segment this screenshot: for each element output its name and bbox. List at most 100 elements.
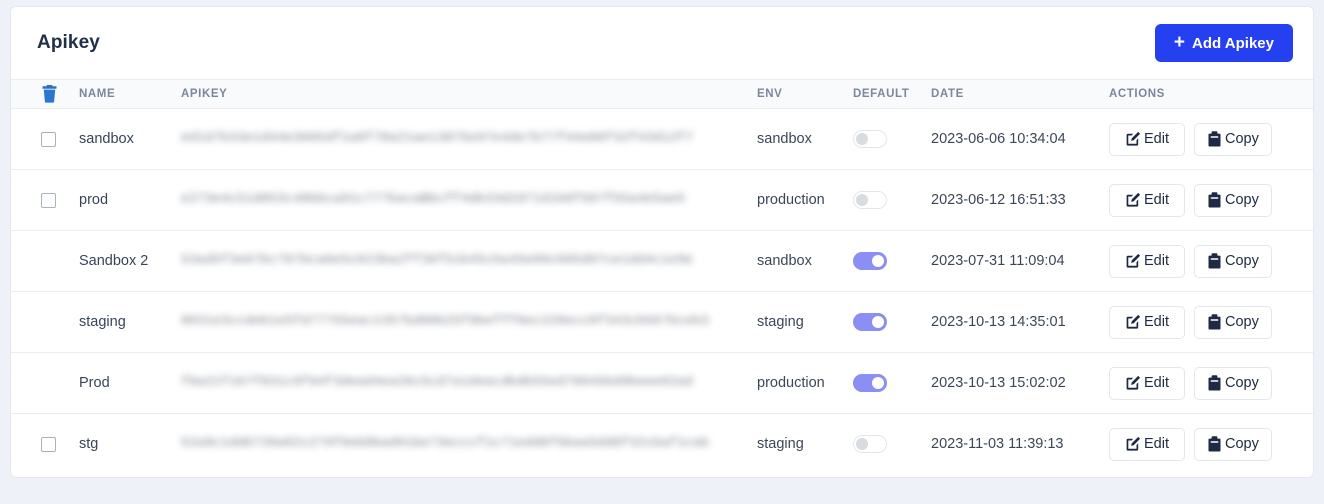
row-name-cell: Sandbox 2 — [79, 230, 181, 292]
row-select-cell — [11, 169, 79, 231]
row-checkbox[interactable] — [41, 436, 56, 452]
clipboard-icon — [1207, 192, 1222, 208]
row-actions: Edit Copy — [1109, 366, 1313, 400]
toggle-knob — [856, 133, 868, 145]
toggle-knob — [872, 255, 884, 267]
row-date-cell: 2023-11-03 11:39:13 — [931, 414, 1109, 475]
row-default-cell — [853, 291, 931, 353]
edit-button[interactable]: Edit — [1109, 366, 1185, 400]
copy-label: Copy — [1225, 436, 1259, 453]
edit-button[interactable]: Edit — [1109, 183, 1185, 217]
row-date-cell: 2023-06-06 10:34:04 — [931, 108, 1109, 170]
row-env: sandbox — [757, 131, 812, 147]
row-name: prod — [79, 192, 109, 208]
default-toggle[interactable] — [853, 252, 887, 270]
row-select-cell — [11, 414, 79, 475]
table-row: stg 52a9c1dd6739a02c279f0eb8bad91be73eccc… — [11, 414, 1313, 475]
table-row: Sandbox 2 53ad5f3e67bc787bca6e5c023ba2ff3… — [11, 230, 1313, 292]
row-name: staging — [79, 314, 126, 330]
edit-button[interactable]: Edit — [1109, 244, 1185, 278]
edit-button[interactable]: Edit — [1109, 305, 1185, 339]
row-default-cell — [853, 108, 931, 170]
row-apikey-value: 52a9c1dd6739a02c279f0eb8bad91be73ecccf1c… — [181, 434, 710, 450]
row-apikey-value: ed1d7b33e1d44e3605df1a8f78a21ae13875e97e… — [181, 129, 694, 145]
row-env-cell: production — [757, 352, 853, 414]
table-row: prod e273e4c51d053c48bbca91c777bacaBbcff4… — [11, 169, 1313, 231]
copy-button[interactable]: Copy — [1194, 427, 1272, 461]
copy-button[interactable]: Copy — [1194, 305, 1272, 339]
trash-icon[interactable] — [41, 85, 79, 103]
default-toggle[interactable] — [853, 191, 887, 209]
header-default: DEFAULT — [853, 79, 931, 109]
row-name-cell: prod — [79, 169, 181, 231]
row-actions-cell: Edit Copy — [1109, 230, 1313, 292]
copy-button[interactable]: Copy — [1194, 122, 1272, 156]
edit-label: Edit — [1144, 131, 1169, 147]
header-name: NAME — [79, 79, 181, 109]
apikey-card: Apikey + Add Apikey NAME APIKEY ENV DEFA… — [10, 6, 1314, 478]
default-toggle[interactable] — [853, 435, 887, 454]
row-apikey-cell: e273e4c51d053c48bbca91c777bacaBbcff4db33… — [181, 169, 757, 231]
copy-label: Copy — [1225, 253, 1259, 269]
clipboard-icon — [1207, 375, 1222, 391]
edit-label: Edit — [1144, 436, 1169, 453]
row-env-cell: staging — [757, 414, 853, 475]
default-toggle[interactable] — [853, 313, 887, 331]
edit-label: Edit — [1144, 314, 1169, 330]
default-toggle[interactable] — [853, 374, 887, 392]
row-date-cell: 2023-10-13 14:35:01 — [931, 291, 1109, 353]
row-date-cell: 2023-06-12 16:51:33 — [931, 169, 1109, 231]
row-actions: Edit Copy — [1109, 122, 1313, 156]
copy-button[interactable]: Copy — [1194, 183, 1272, 217]
table-row: staging 8031e3ccdeb1e5fd77755eac1357bd88b… — [11, 291, 1313, 353]
row-actions-cell: Edit Copy — [1109, 352, 1313, 414]
row-name: stg — [79, 436, 99, 453]
add-apikey-button[interactable]: + Add Apikey — [1154, 24, 1293, 62]
default-toggle[interactable] — [853, 130, 887, 148]
copy-label: Copy — [1225, 192, 1259, 208]
row-date: 2023-06-06 10:34:04 — [931, 131, 1066, 147]
row-env: production — [757, 192, 825, 208]
header-delete-cell — [11, 79, 79, 109]
copy-label: Copy — [1225, 131, 1259, 147]
row-date: 2023-10-13 14:35:01 — [931, 314, 1066, 330]
row-checkbox[interactable] — [41, 131, 56, 147]
row-select-cell — [11, 230, 79, 292]
row-actions-cell: Edit Copy — [1109, 169, 1313, 231]
row-apikey-value: 53ad5f3e67bc787bca6e5c023ba2ff36f51b45c5… — [181, 251, 694, 267]
row-actions: Edit Copy — [1109, 244, 1313, 278]
copy-label: Copy — [1225, 314, 1259, 330]
header-actions: ACTIONS — [1109, 79, 1313, 109]
row-date: 2023-07-31 11:09:04 — [931, 253, 1065, 269]
row-date-cell: 2023-07-31 11:09:04 — [931, 230, 1109, 292]
edit-label: Edit — [1144, 375, 1169, 391]
row-select-cell — [11, 352, 79, 414]
plus-icon: + — [1173, 31, 1186, 53]
toggle-knob — [872, 377, 884, 389]
clipboard-icon — [1207, 314, 1222, 330]
row-apikey-value: 8031e3ccdeb1e5fd77755eac1357bd88b25f9bef… — [181, 312, 710, 328]
row-actions-cell: Edit Copy — [1109, 108, 1313, 170]
table-head: NAME APIKEY ENV DEFAULT DATE ACTIONS — [11, 79, 1313, 109]
edit-label: Edit — [1144, 192, 1169, 208]
table-body: sandbox ed1d7b33e1d44e3605df1a8f78a21ae13… — [11, 108, 1313, 475]
clipboard-icon — [1207, 131, 1222, 147]
copy-button[interactable]: Copy — [1194, 244, 1272, 278]
edit-button[interactable]: Edit — [1109, 427, 1185, 461]
edit-icon — [1125, 375, 1141, 391]
table-row: Prod f8a21f167f031c9f94f3dead4ea26c5cd7a1… — [11, 352, 1313, 414]
edit-button[interactable]: Edit — [1109, 122, 1185, 156]
header-date: DATE — [931, 79, 1109, 109]
row-select-cell — [11, 108, 79, 170]
row-default-cell — [853, 352, 931, 414]
row-checkbox[interactable] — [41, 192, 56, 208]
row-name-cell: Prod — [79, 352, 181, 414]
edit-icon — [1125, 314, 1141, 330]
copy-button[interactable]: Copy — [1194, 366, 1272, 400]
row-apikey-value: f8a21f167f031c9f94f3dead4ea26c5cd7a1deac… — [181, 373, 694, 389]
row-apikey-cell: 8031e3ccdeb1e5fd77755eac1357bd88b25f9bef… — [181, 291, 757, 353]
row-actions: Edit Copy — [1109, 305, 1313, 339]
card-header: Apikey + Add Apikey — [11, 7, 1313, 79]
row-actions-cell: Edit Copy — [1109, 414, 1313, 475]
row-name: Prod — [79, 375, 110, 391]
